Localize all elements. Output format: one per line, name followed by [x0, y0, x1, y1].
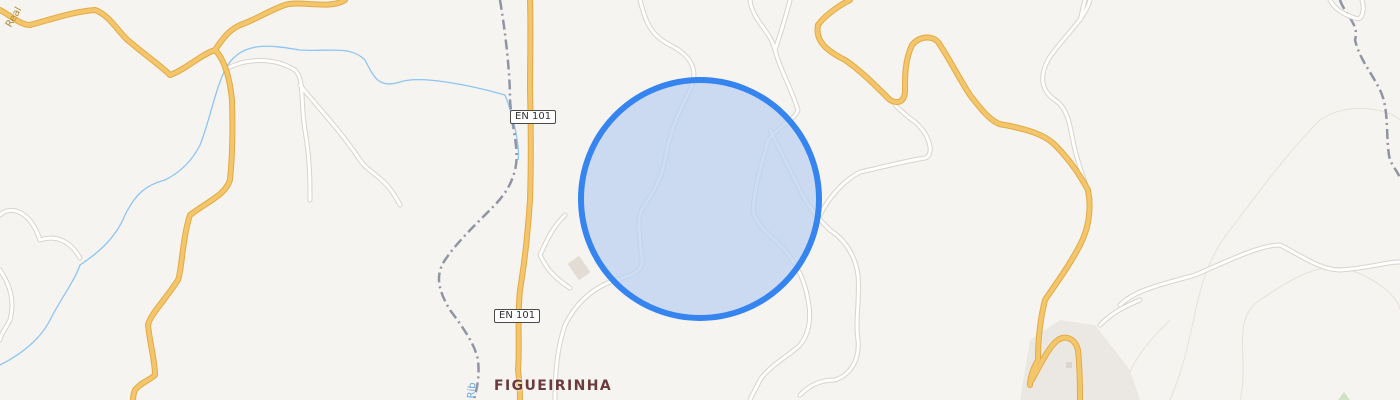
location-accuracy-circle [578, 77, 822, 321]
map-view[interactable]: EN 101 EN 101 FIGUEIRINHA Real Rib [0, 0, 1400, 400]
road-shield-en101-top: EN 101 [510, 110, 557, 124]
terrain-lines [1119, 107, 1400, 400]
major-roads [0, 0, 1093, 400]
road-shield-en101-bottom: EN 101 [494, 309, 541, 323]
park-fragment [1338, 392, 1350, 400]
map-canvas [0, 0, 1400, 400]
river-name-label: Rib [466, 381, 479, 399]
river [0, 45, 520, 366]
place-label: FIGUEIRINHA [494, 378, 613, 394]
